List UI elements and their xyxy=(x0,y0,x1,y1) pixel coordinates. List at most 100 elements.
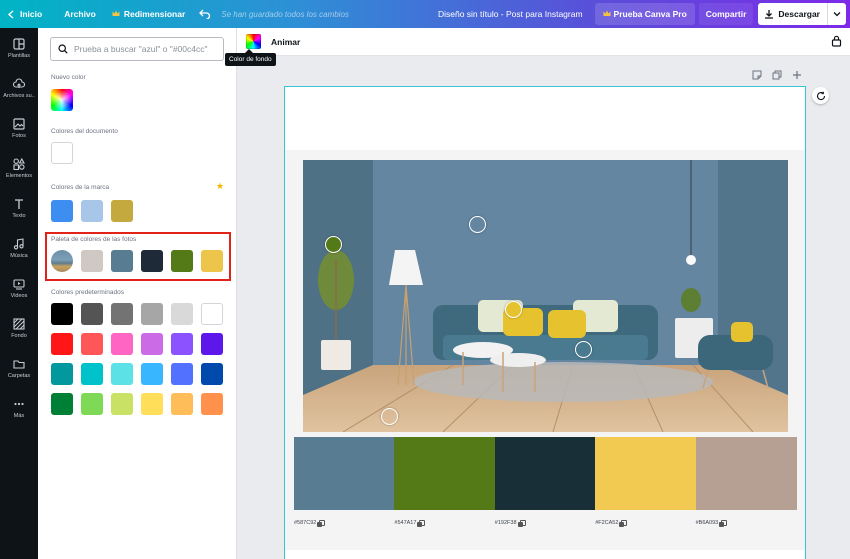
photos-icon xyxy=(13,117,25,130)
color-picker-green[interactable] xyxy=(325,236,342,253)
resize-label: Redimensionar xyxy=(123,9,186,19)
folder-icon xyxy=(13,359,25,369)
default-color-swatch[interactable] xyxy=(51,363,73,385)
default-color-swatch[interactable] xyxy=(111,333,133,355)
palette-color-block[interactable] xyxy=(294,437,395,510)
rail-item-text[interactable]: Texto xyxy=(0,188,38,228)
default-color-swatch[interactable] xyxy=(111,393,133,415)
default-color-swatch[interactable] xyxy=(51,333,73,355)
download-label: Descargar xyxy=(778,9,820,19)
copy-icon[interactable] xyxy=(619,520,628,527)
hex-code-text: #192F38 xyxy=(494,520,517,526)
lock-icon[interactable] xyxy=(831,35,842,49)
rail-label: Fondo xyxy=(11,332,27,339)
background-color-button[interactable] xyxy=(246,34,261,49)
rail-item-elements[interactable]: Elementos xyxy=(0,148,38,188)
brand-color-swatch[interactable] xyxy=(51,200,73,222)
hex-label-row: #587C92 xyxy=(294,520,326,527)
photo-color-swatch[interactable] xyxy=(141,250,163,272)
hex-code-text: #B6A093 xyxy=(695,520,719,526)
animate-button[interactable]: Animar xyxy=(271,37,300,47)
rail-item-videos[interactable]: Videos xyxy=(0,268,38,308)
default-color-swatch[interactable] xyxy=(201,333,223,355)
new-color-swatch[interactable] xyxy=(51,89,73,111)
rail-item-photos[interactable]: Fotos xyxy=(0,108,38,148)
home-button[interactable]: Inicio xyxy=(0,0,50,28)
default-color-swatch[interactable] xyxy=(111,363,133,385)
rail-label: Elementos xyxy=(6,172,32,179)
palette-color-block[interactable] xyxy=(494,437,596,510)
copy-icon[interactable] xyxy=(417,520,426,527)
copy-icon[interactable] xyxy=(517,520,526,527)
living-room-photo[interactable] xyxy=(303,160,788,432)
note-icon[interactable] xyxy=(752,70,762,80)
default-color-swatch[interactable] xyxy=(81,363,103,385)
photo-thumbnail[interactable] xyxy=(51,250,73,272)
default-color-swatch[interactable] xyxy=(171,363,193,385)
palette-color-block[interactable] xyxy=(394,437,496,510)
photo-color-swatch[interactable] xyxy=(111,250,133,272)
home-label: Inicio xyxy=(20,9,43,19)
rail-label: Texto xyxy=(12,212,26,219)
brand-color-swatch[interactable] xyxy=(111,200,133,222)
default-color-swatch[interactable] xyxy=(81,303,103,325)
brand-colors-label: Colores de la marca xyxy=(51,184,110,191)
hex-label-row: #B6A093 xyxy=(695,520,728,527)
rail-item-folders[interactable]: Carpetas xyxy=(0,348,38,388)
rail-item-music[interactable]: Música xyxy=(0,228,38,268)
download-button[interactable]: Descargar xyxy=(758,3,846,25)
default-color-swatch[interactable] xyxy=(201,393,223,415)
document-title[interactable]: Diseño sin título - Post para Instagram xyxy=(430,0,595,28)
share-button[interactable]: Compartir xyxy=(698,3,754,25)
brand-crown-icon: ★ xyxy=(216,181,225,191)
duplicate-page-icon[interactable] xyxy=(772,70,782,80)
try-pro-button[interactable]: Prueba Canva Pro xyxy=(594,3,695,25)
default-color-swatch[interactable] xyxy=(171,303,193,325)
brand-color-swatch[interactable] xyxy=(81,200,103,222)
refresh-button[interactable] xyxy=(812,87,829,104)
default-color-swatch[interactable] xyxy=(171,333,193,355)
document-color-swatch[interactable] xyxy=(51,142,73,164)
default-color-swatch[interactable] xyxy=(51,303,73,325)
default-color-swatch[interactable] xyxy=(141,303,163,325)
hex-code-text: #547A17 xyxy=(394,520,417,526)
rail-item-more[interactable]: Más xyxy=(0,388,38,428)
rail-item-templates[interactable]: Plantillas xyxy=(0,28,38,68)
color-search-box[interactable] xyxy=(50,37,224,61)
photo-color-swatch[interactable] xyxy=(171,250,193,272)
color-picker-yellow[interactable] xyxy=(505,301,522,318)
resize-button[interactable]: Redimensionar xyxy=(104,0,193,28)
color-picker-blue[interactable] xyxy=(469,216,486,233)
default-color-swatch[interactable] xyxy=(201,303,223,325)
add-page-icon[interactable] xyxy=(792,70,802,80)
design-canvas[interactable]: #587C92 #547A17 #192F38 #F2CA52 #B6A093 xyxy=(284,86,806,559)
templates-icon xyxy=(13,37,25,50)
default-color-swatch[interactable] xyxy=(141,363,163,385)
photo-color-swatch[interactable] xyxy=(81,250,103,272)
default-color-swatch[interactable] xyxy=(171,393,193,415)
elements-icon xyxy=(13,157,25,170)
default-color-swatch[interactable] xyxy=(141,333,163,355)
rail-item-uploads[interactable]: Archivos su.. xyxy=(0,68,38,108)
copy-icon[interactable] xyxy=(317,520,326,527)
palette-color-block[interactable] xyxy=(595,437,697,510)
default-color-swatch[interactable] xyxy=(141,393,163,415)
default-color-swatch[interactable] xyxy=(51,393,73,415)
color-picker-beige[interactable] xyxy=(381,408,398,425)
palette-color-block[interactable] xyxy=(695,437,797,510)
undo-icon xyxy=(199,9,211,19)
color-search-input[interactable] xyxy=(74,44,214,54)
copy-icon[interactable] xyxy=(719,520,728,527)
default-color-swatch[interactable] xyxy=(201,363,223,385)
file-menu[interactable]: Archivo xyxy=(50,0,104,28)
rail-item-background[interactable]: Fondo xyxy=(0,308,38,348)
download-options-button[interactable] xyxy=(828,11,846,17)
photo-color-swatch[interactable] xyxy=(201,250,223,272)
music-icon xyxy=(13,237,24,249)
default-color-swatch[interactable] xyxy=(81,333,103,355)
default-color-swatch[interactable] xyxy=(111,303,133,325)
undo-button[interactable] xyxy=(193,0,217,28)
rail-label: Fotos xyxy=(12,132,26,139)
default-color-swatch[interactable] xyxy=(81,393,103,415)
color-picker-dark[interactable] xyxy=(575,341,592,358)
